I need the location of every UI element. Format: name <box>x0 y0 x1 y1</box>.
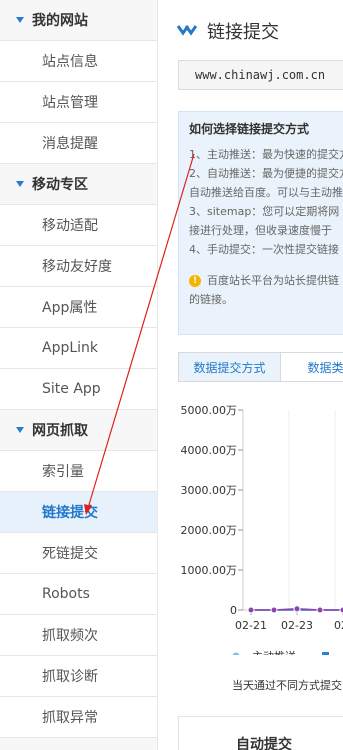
sidebar-item-site-manage[interactable]: 站点管理 <box>0 82 157 123</box>
sidebar-item-app-attr[interactable]: App属性 <box>0 287 157 328</box>
sidebar-item-crawl-errors[interactable]: 抓取异常 <box>0 697 157 738</box>
main-content: 链接提交 www.chinawj.com.cn 如何选择链接提交方式 1、主动推… <box>159 0 343 750</box>
tab-bar: 数据提交方式 数据类 <box>178 352 343 382</box>
legend-swatch-marker <box>232 652 240 655</box>
data-point <box>316 606 324 614</box>
sidebar-item-crawl-frequency[interactable]: 抓取频次 <box>0 615 157 656</box>
nav-section-mobile[interactable]: 移动专区 <box>0 164 157 205</box>
info-line: 2、自动推送：最为便捷的提交方式 <box>189 167 343 180</box>
warning-line-2: 的链接。 <box>189 293 233 306</box>
site-select[interactable]: www.chinawj.com.cn <box>178 60 343 90</box>
sidebar-item-link-submit[interactable]: 链接提交 <box>0 492 157 533</box>
sidebar-item-crawl-diagnose[interactable]: 抓取诊断 <box>0 656 157 697</box>
caret-down-icon <box>16 427 24 433</box>
sidebar-item-site-info[interactable]: 站点信息 <box>0 41 157 82</box>
nav-section-label: 移动专区 <box>32 177 88 193</box>
caret-down-icon <box>16 181 24 187</box>
y-tick-label: 4000.00万 <box>181 444 238 457</box>
info-title: 如何选择链接提交方式 <box>189 122 310 136</box>
sidebar-item-index[interactable]: 索引量 <box>0 451 157 492</box>
caret-down-icon <box>16 17 24 23</box>
chart-caption: 当天通过不同方式提交 <box>232 679 342 692</box>
x-tick-label: 02-23 <box>281 619 313 632</box>
auto-submit-card: 自动提交 <box>178 716 343 750</box>
nav-section-label: 我的网站 <box>32 13 88 29</box>
y-tick-label: 3000.00万 <box>181 484 238 497</box>
data-point <box>293 605 301 613</box>
page-header: 链接提交 <box>177 18 279 44</box>
page-title: 链接提交 <box>207 22 279 43</box>
y-tick-label: 2000.00万 <box>181 524 238 537</box>
sidebar: 我的网站 站点信息 站点管理 消息提醒 移动专区 移动适配 移动友好度 App属… <box>0 0 158 750</box>
info-line: 1、主动推送：最为快速的提交方式 <box>189 148 343 161</box>
sidebar-item-robots[interactable]: Robots <box>0 574 157 615</box>
data-point <box>247 606 255 614</box>
legend-label: 主动推送 <box>252 649 296 655</box>
warning-icon: ! <box>189 274 201 287</box>
sidebar-item-site-app[interactable]: Site App <box>0 369 157 410</box>
warning-line: ! 百度站长平台为站长提供链 <box>189 271 343 290</box>
tab-data-type[interactable]: 数据类 <box>281 352 343 382</box>
auto-submit-title: 自动提交 <box>236 737 292 750</box>
data-point <box>270 606 278 614</box>
y-tick-label: 0 <box>230 604 237 617</box>
y-tick-label: 1000.00万 <box>181 564 238 577</box>
info-line: 接进行处理，但收录速度慢于 <box>189 224 332 237</box>
warning-text: 百度站长平台为站长提供链 <box>207 274 339 287</box>
nav-section-label: 网页抓取 <box>32 423 88 439</box>
info-line: 自动推送给百度。可以与主动推 <box>189 186 343 199</box>
info-line: 4、手动提交：一次性提交链接 <box>189 243 339 256</box>
submission-chart: 0 1000.00万 2000.00万 3000.00万 4000.00万 5000.00… <box>181 404 343 655</box>
x-tick-label: 02-21 <box>235 619 267 632</box>
info-box: 如何选择链接提交方式 1、主动推送：最为快速的提交方式 2、自动推送：最为便捷的… <box>178 111 343 335</box>
double-chevron-icon <box>177 25 197 36</box>
sidebar-item-dead-link[interactable]: 死链提交 <box>0 533 157 574</box>
sidebar-item-mobile-adapt[interactable]: 移动适配 <box>0 205 157 246</box>
x-tick-label: 02- <box>334 619 343 632</box>
y-tick-label: 5000.00万 <box>181 404 238 417</box>
legend-swatch-marker <box>322 652 329 655</box>
nav-section-crawl[interactable]: 网页抓取 <box>0 410 157 451</box>
sidebar-item-mobile-friendly[interactable]: 移动友好度 <box>0 246 157 287</box>
sidebar-item-applink[interactable]: AppLink <box>0 328 157 369</box>
tab-submit-method[interactable]: 数据提交方式 <box>178 352 281 382</box>
info-line: 3、sitemap：您可以定期将网 <box>189 205 340 218</box>
nav-section-my-site[interactable]: 我的网站 <box>0 0 157 41</box>
sidebar-item-messages[interactable]: 消息提醒 <box>0 123 157 164</box>
